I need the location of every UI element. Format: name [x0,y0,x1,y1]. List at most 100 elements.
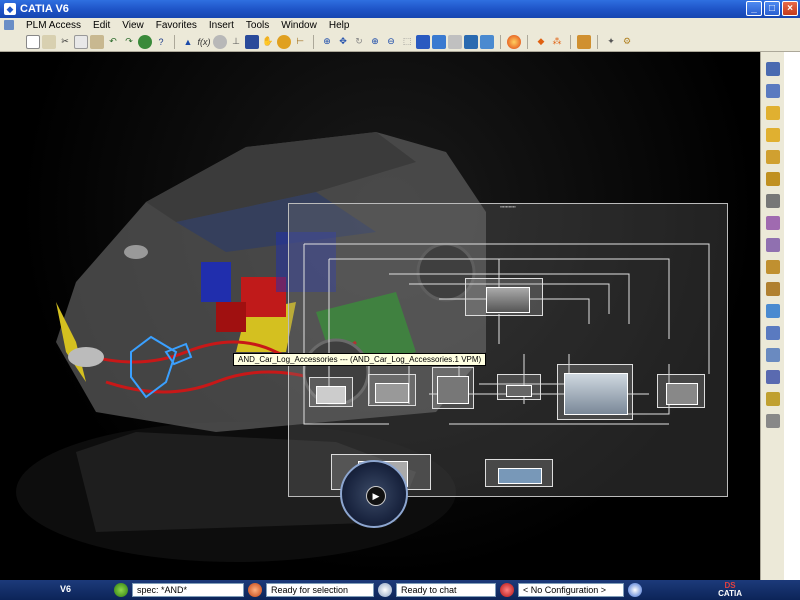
menu-insert[interactable]: Insert [203,20,240,31]
v6-label: V6 [60,584,72,594]
relations-diagram[interactable]: ▪▪▪▪▪▪▪▪▪▪▪ [288,203,728,497]
chat-status: Ready to chat [396,583,496,597]
cut-icon[interactable]: ✂ [58,35,72,49]
minimize-button[interactable]: _ [746,1,762,16]
tools-icon[interactable]: ✦ [604,35,618,49]
undo-icon[interactable]: ↶ [106,35,120,49]
configuration-icon[interactable] [500,583,514,597]
multi-view-icon[interactable] [416,34,430,49]
copy-icon[interactable] [74,34,88,49]
toolbar-separator [500,34,501,49]
more-icon[interactable] [765,414,780,428]
manipulate-icon[interactable] [765,238,780,252]
menu-window[interactable]: Window [275,20,323,31]
diagram-node[interactable] [657,374,705,408]
search-field[interactable]: spec: *AND* [132,583,244,597]
play-icon[interactable]: ▶ [366,486,386,506]
hide-show-icon[interactable] [464,34,478,49]
selection-status: Ready for selection [266,583,374,597]
briefcase-icon[interactable] [577,34,591,49]
selection-status-icon[interactable] [248,583,262,597]
fit-all-icon[interactable]: ⊕ [320,35,334,49]
maximize-button[interactable]: □ [764,1,780,16]
right-margin [784,52,800,580]
diagram-node[interactable] [368,374,416,406]
diagram-node[interactable] [309,377,353,407]
menu-edit[interactable]: Edit [87,20,116,31]
menu-doc-icon[interactable] [4,20,14,30]
diagram-node[interactable] [557,364,633,420]
diagram-node[interactable] [465,278,543,316]
toolbar-separator [313,34,314,49]
apply-material-icon[interactable]: ✋ [261,35,275,49]
section-icon[interactable] [765,304,780,318]
zoom-out-icon[interactable]: ⊖ [384,35,398,49]
grid-icon[interactable] [245,34,259,49]
paste-icon[interactable] [90,34,104,49]
menu-plm-access[interactable]: PLM Access [20,20,87,31]
swap-space-icon[interactable] [480,34,494,49]
diagram-node[interactable] [497,374,541,400]
catia-logo-text: CATIA [718,589,742,598]
new-document-icon[interactable] [26,34,40,49]
pan-icon[interactable]: ✥ [336,35,350,49]
product-structure-icon[interactable] [765,62,780,76]
menu-tools[interactable]: Tools [240,20,275,31]
toolbar-separator [570,34,571,49]
toolbar-separator [527,34,528,49]
insert-component-icon[interactable] [765,150,780,164]
status-bar: spec: *AND* Ready for selection Ready to… [0,580,800,600]
redo-icon[interactable]: ↷ [122,35,136,49]
diagram-node[interactable] [485,459,553,487]
hand-icon[interactable] [277,34,291,49]
navigation-compass[interactable]: ▶ [340,460,408,528]
clash-icon[interactable] [765,282,780,296]
tree-icon[interactable] [765,84,780,98]
folder-icon[interactable] [765,106,780,120]
iso-view-icon[interactable] [432,34,446,49]
move-icon[interactable] [765,172,780,186]
network-icon[interactable] [765,348,780,362]
menu-favorites[interactable]: Favorites [150,20,203,31]
print-icon[interactable] [42,34,56,49]
refresh-icon[interactable] [138,34,152,49]
render-sphere-icon[interactable] [507,34,521,49]
snap-icon[interactable] [765,216,780,230]
menu-view[interactable]: View [116,20,150,31]
whats-this-icon[interactable]: ? [154,35,168,49]
chat-icon[interactable] [378,583,392,597]
hat-icon[interactable]: ▲ [181,35,195,49]
realistic-icon[interactable]: ◆ [534,35,548,49]
formula-icon[interactable]: f(x) [197,35,211,49]
diagram-node[interactable] [432,367,474,409]
globe-icon[interactable] [628,583,642,597]
catia-logo: DS CATIA [718,582,742,598]
relations-icon[interactable] [765,370,780,384]
shading-icon[interactable] [448,34,462,49]
catia-app-icon[interactable]: ◆ [4,3,16,15]
measure-icon[interactable]: ⊥ [229,35,243,49]
options-icon[interactable]: ⚙ [620,35,634,49]
title-bar: ◆ CATIA V6 _ □ × [0,0,800,18]
toolbar-separator [597,34,598,49]
folder-add-icon[interactable] [765,128,780,142]
sketch-icon[interactable]: ⊢ [293,35,307,49]
toolbar-separator [174,34,175,49]
search-ball-icon[interactable] [114,583,128,597]
particles-icon[interactable]: ⁂ [550,35,564,49]
comment-icon[interactable] [213,34,227,49]
menu-help[interactable]: Help [323,20,356,31]
constraint-icon[interactable] [765,194,780,208]
annotation-icon[interactable] [765,392,780,406]
window-controls: _ □ × [746,1,798,16]
configuration-field[interactable]: < No Configuration > [518,583,624,597]
menu-bar: PLM Access Edit View Favorites Insert To… [0,18,800,32]
rotate-icon[interactable]: ↻ [352,35,366,49]
close-button[interactable]: × [782,1,798,16]
window-title: CATIA V6 [20,3,69,15]
explode-icon[interactable] [765,260,780,274]
selection-tooltip: AND_Car_Log_Accessories --- (AND_Car_Log… [233,353,487,366]
zoom-in-icon[interactable]: ⊕ [368,35,382,49]
normal-view-icon[interactable]: ⬚ [400,35,414,49]
distance-icon[interactable] [765,326,780,340]
